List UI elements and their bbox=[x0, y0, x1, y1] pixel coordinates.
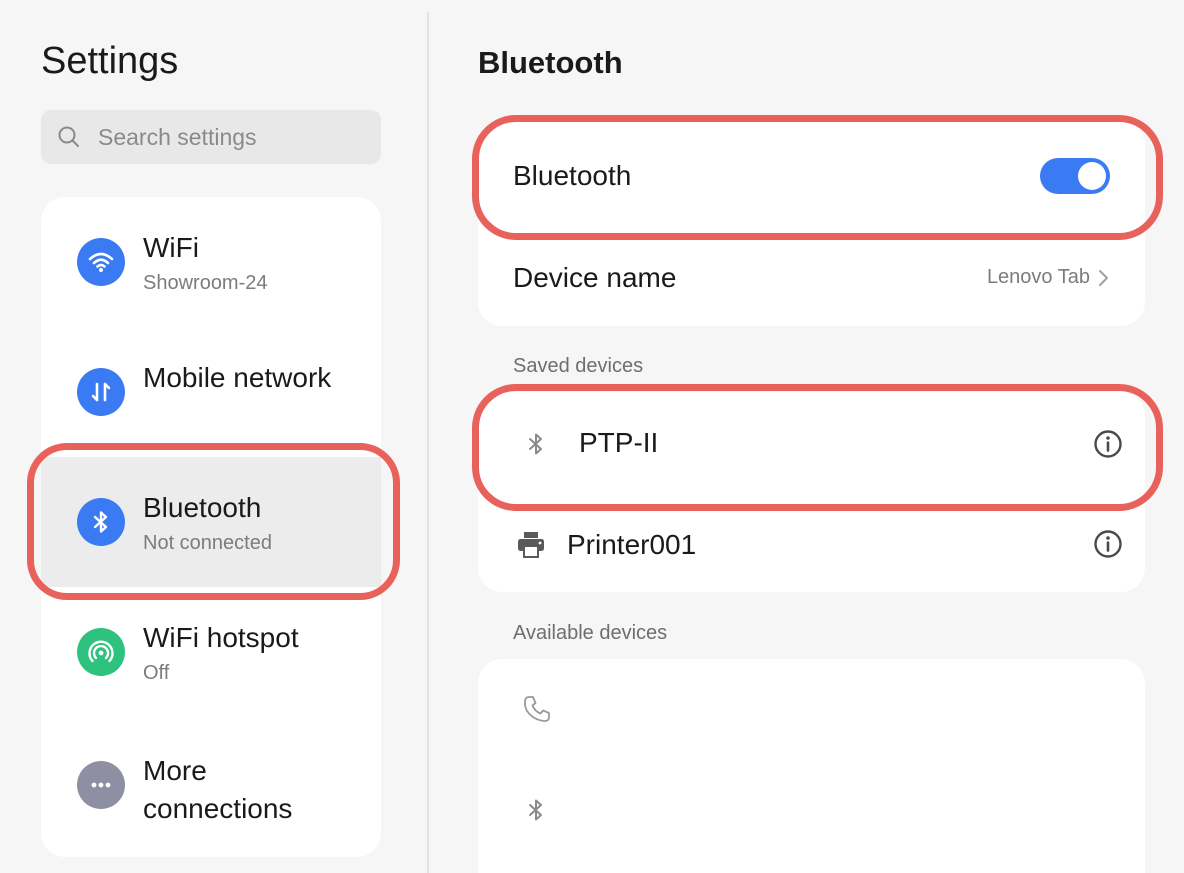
info-icon[interactable] bbox=[1093, 529, 1123, 559]
mobile-data-icon bbox=[77, 368, 125, 416]
settings-sidebar: Settings Search settings WiFi Showroom-2… bbox=[0, 0, 428, 873]
bluetooth-icon bbox=[529, 799, 542, 821]
sidebar-title: Settings bbox=[41, 40, 179, 82]
wifi-icon bbox=[77, 238, 125, 286]
search-icon bbox=[58, 126, 79, 147]
device-name-label: Device name bbox=[513, 262, 677, 293]
chevron-right-icon bbox=[1099, 270, 1108, 286]
highlight-outline bbox=[27, 443, 400, 600]
sidebar-item-label: WiFi bbox=[143, 232, 199, 263]
highlight-outline bbox=[472, 115, 1163, 240]
search-input[interactable]: Search settings bbox=[41, 110, 381, 164]
available-device-row[interactable] bbox=[478, 759, 1145, 859]
available-device-row[interactable] bbox=[478, 659, 1145, 759]
saved-device-name: Printer001 bbox=[567, 529, 697, 560]
saved-devices-label: Saved devices bbox=[513, 355, 644, 377]
hotspot-icon bbox=[77, 628, 125, 676]
bluetooth-panel: Bluetooth Bluetooth Device name Lenovo T… bbox=[429, 0, 1184, 873]
device-name-value: Lenovo Tab bbox=[986, 266, 1090, 288]
sidebar-item-label: WiFi hotspot bbox=[143, 622, 299, 653]
sidebar-item-sublabel: Off bbox=[143, 662, 170, 684]
more-icon bbox=[77, 761, 125, 809]
highlight-outline bbox=[472, 384, 1163, 511]
sidebar-item-label: Mobile network bbox=[143, 362, 332, 393]
sidebar-item-sublabel: Showroom-24 bbox=[143, 272, 268, 294]
sidebar-item-label: More connections bbox=[143, 755, 293, 824]
sidebar-item-more-connections[interactable]: More connections bbox=[41, 717, 381, 857]
available-devices-label: Available devices bbox=[513, 622, 668, 644]
page-title: Bluetooth bbox=[478, 45, 623, 80]
sidebar-item-mobile-network[interactable]: Mobile network bbox=[41, 327, 381, 457]
printer-icon bbox=[518, 532, 544, 558]
phone-icon bbox=[524, 696, 550, 722]
sidebar-item-wifi-hotspot[interactable]: WiFi hotspot Off bbox=[41, 587, 381, 717]
sidebar-item-wifi[interactable]: WiFi Showroom-24 bbox=[41, 197, 381, 327]
search-placeholder: Search settings bbox=[98, 124, 257, 150]
